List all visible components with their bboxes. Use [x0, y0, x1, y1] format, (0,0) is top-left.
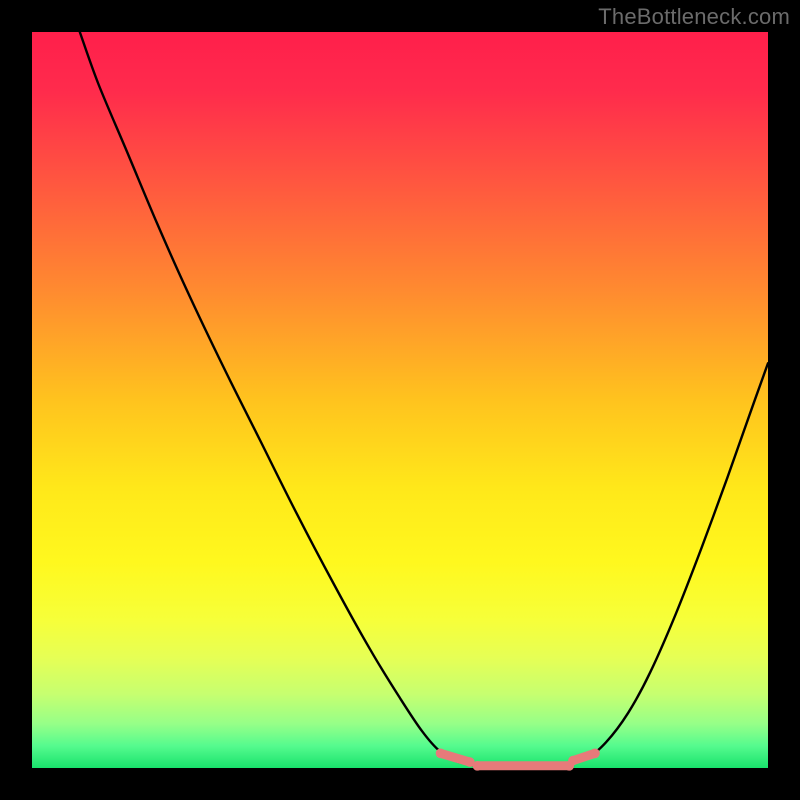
curve-path [80, 32, 768, 767]
chart-frame: TheBottleneck.com [0, 0, 800, 800]
bottleneck-curve [32, 32, 768, 768]
watermark-text: TheBottleneck.com [598, 4, 790, 30]
plot-area [32, 32, 768, 768]
optimal-range-highlight [436, 749, 600, 771]
